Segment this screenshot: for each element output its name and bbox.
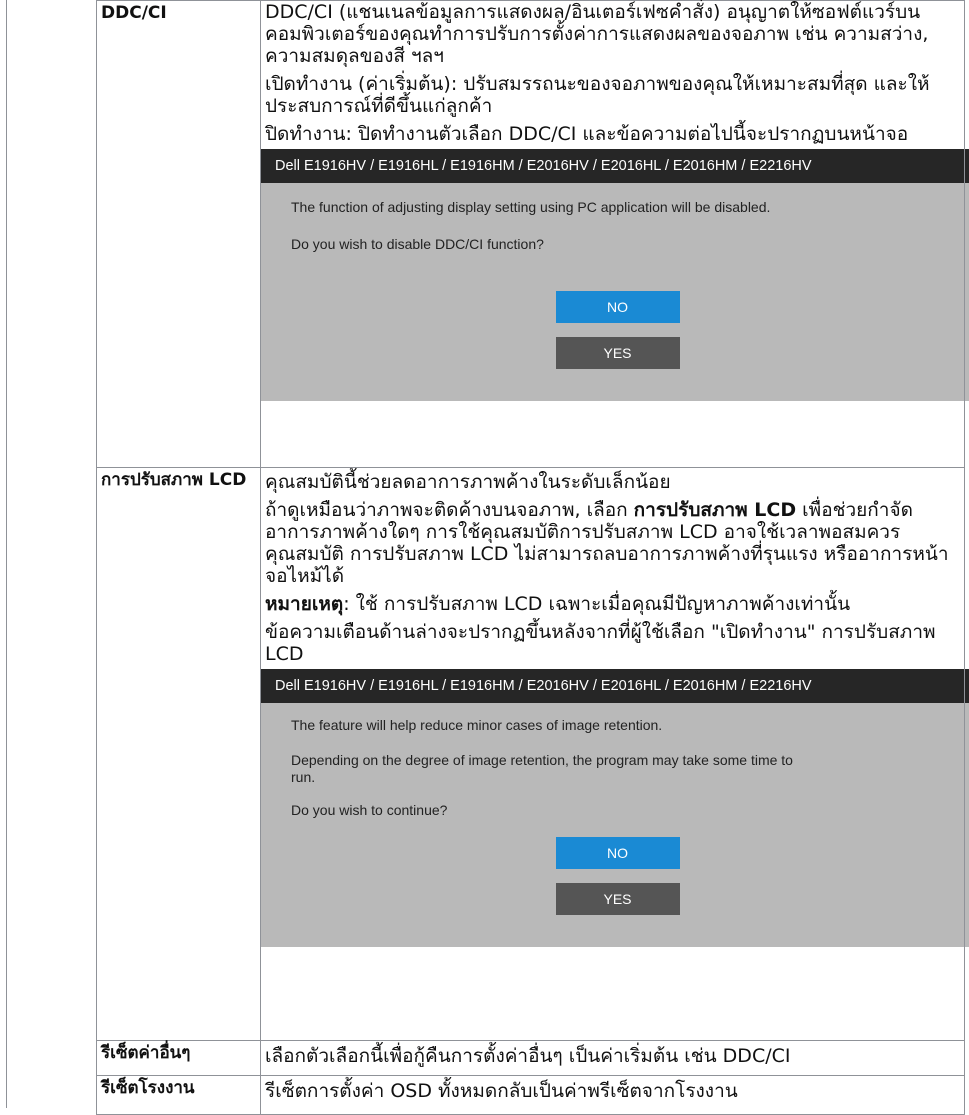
paragraph: เปิดทำงาน (ค่าเริ่มต้น): ปรับสมรรถนะของจ… bbox=[265, 73, 930, 117]
ddcci-dialog: Dell E1916HV / E1916HL / E1916HM / E2016… bbox=[261, 149, 969, 401]
row-label-factory-reset: รีเซ็ตโรงงาน bbox=[96, 1075, 261, 1115]
row-desc-other-reset: เลือกตัวเลือกนี้เพื่อกู้คืนการตั้งค่าอื่… bbox=[260, 1040, 965, 1076]
dialog-question: Do you wish to continue? bbox=[291, 802, 448, 818]
lcd-conditioning-dialog: Dell E1916HV / E1916HL / E1916HM / E2016… bbox=[261, 669, 969, 947]
dialog-title: Dell E1916HV / E1916HL / E1916HM / E2016… bbox=[261, 669, 969, 703]
table-row: รีเซ็ตค่าอื่นๆ เลือกตัวเลือกนี้เพื่อกู้ค… bbox=[96, 1040, 965, 1076]
row-label-ddcci: DDC/CI bbox=[96, 0, 261, 468]
settings-table: DDC/CI DDC/CI (แชนเนลข้อมูลการแสดงผล/อิน… bbox=[96, 0, 969, 1115]
dialog-message: The function of adjusting display settin… bbox=[291, 199, 771, 215]
table-row: การปรับสภาพ LCD คุณสมบัตินี้ช่วยลดอาการภ… bbox=[96, 467, 969, 1041]
note-label: หมายเหตุ bbox=[265, 593, 344, 615]
no-button[interactable]: NO bbox=[555, 291, 680, 323]
row-desc-ddcci: DDC/CI (แชนเนลข้อมูลการแสดงผล/อินเตอร์เฟ… bbox=[260, 0, 969, 468]
row-desc-lcd-conditioning: คุณสมบัตินี้ช่วยลดอาการภาพค้างในระดับเล็… bbox=[260, 467, 969, 1041]
dialog-question: Do you wish to disable DDC/CI function? bbox=[291, 236, 544, 252]
note-paragraph: หมายเหตุ: ใช้ การปรับสภาพ LCD เฉพาะเมื่อ… bbox=[265, 593, 960, 615]
paragraph: ปิดทำงาน: ปิดทำงานตัวเลือก DDC/CI และข้อ… bbox=[265, 123, 909, 145]
dialog-message: The feature will help reduce minor cases… bbox=[291, 717, 663, 733]
paragraph: คุณสมบัตินี้ช่วยลดอาการภาพค้างในระดับเล็… bbox=[265, 471, 671, 493]
paragraph: ข้อความเตือนด้านล่างจะปรากฏขึ้นหลังจากที… bbox=[265, 621, 936, 665]
yes-button[interactable]: YES bbox=[555, 883, 680, 915]
bold-term: การปรับสภาพ LCD bbox=[633, 499, 797, 521]
text: : ใช้ การปรับสภาพ LCD เฉพาะเมื่อคุณมีปัญ… bbox=[343, 593, 851, 615]
dialog-message: Depending on the degree of image retenti… bbox=[291, 752, 793, 785]
dialog-title: Dell E1916HV / E1916HL / E1916HM / E2016… bbox=[261, 149, 969, 183]
yes-button[interactable]: YES bbox=[555, 337, 680, 369]
table-row: รีเซ็ตโรงงาน รีเซ็ตการตั้งค่า OSD ทั้งหม… bbox=[96, 1075, 965, 1115]
row-desc-factory-reset: รีเซ็ตการตั้งค่า OSD ทั้งหมดกลับเป็นค่าพ… bbox=[260, 1075, 965, 1115]
row-label-lcd-conditioning: การปรับสภาพ LCD bbox=[96, 467, 261, 1041]
no-button[interactable]: NO bbox=[555, 837, 680, 869]
paragraph: DDC/CI (แชนเนลข้อมูลการแสดงผล/อินเตอร์เฟ… bbox=[265, 1, 929, 67]
paragraph: ถ้าดูเหมือนว่าภาพจะติดค้างบนจอภาพ, เลือก… bbox=[265, 499, 960, 587]
table-row: DDC/CI DDC/CI (แชนเนลข้อมูลการแสดงผล/อิน… bbox=[96, 0, 969, 468]
text: ถ้าดูเหมือนว่าภาพจะติดค้างบนจอภาพ, เลือก bbox=[265, 499, 634, 521]
row-label-other-reset: รีเซ็ตค่าอื่นๆ bbox=[96, 1040, 261, 1076]
